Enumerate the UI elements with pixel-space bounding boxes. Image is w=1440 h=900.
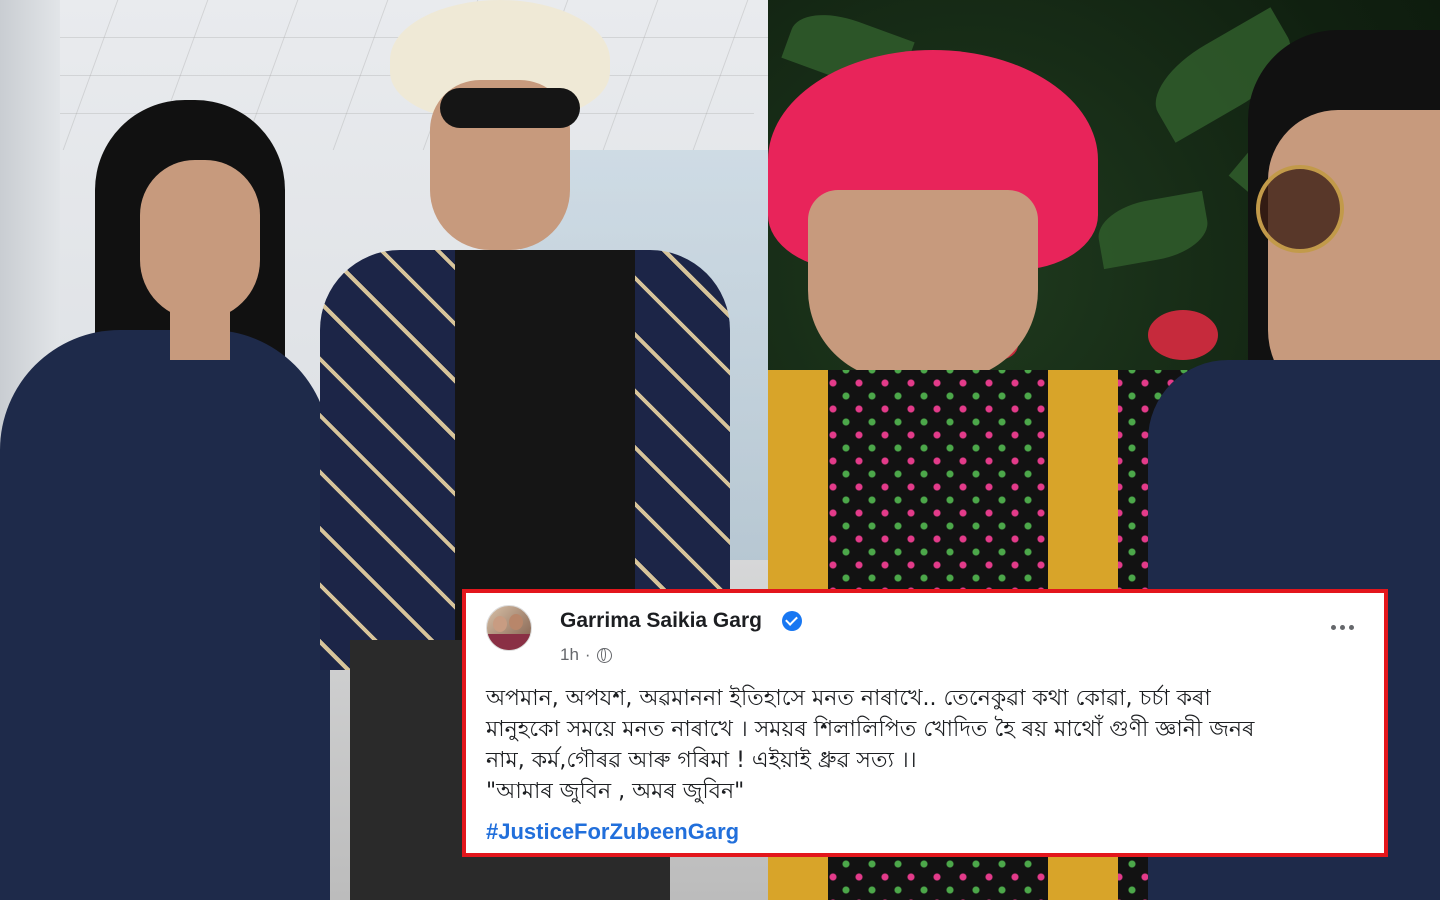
post-line: "আমাৰ জুবিন , অমৰ জুবিন"	[486, 779, 745, 804]
verified-badge-icon	[782, 611, 802, 631]
facebook-post-card: Garrima Saikia Garg 1h · অপমান, অপযশ, অৱ…	[462, 589, 1388, 857]
globe-icon	[596, 647, 612, 663]
round-sunglasses	[1256, 165, 1344, 253]
leaf	[1093, 190, 1213, 270]
man-face	[808, 190, 1038, 380]
more-options-icon[interactable]	[1331, 625, 1354, 630]
meta-separator: ·	[584, 645, 591, 664]
author-name[interactable]: Garrima Saikia Garg	[560, 609, 762, 633]
woman-face	[140, 160, 260, 320]
hashtag-link[interactable]: #JusticeForZubeenGarg	[486, 819, 739, 845]
post-line: মানুহকো সময়ে মনত নাৰাখে । সময়ৰ শিলালিপ…	[486, 717, 1255, 742]
woman-neck	[170, 300, 230, 360]
sunglasses	[440, 88, 580, 128]
woman-shirt	[0, 330, 330, 900]
post-line: অপমান, অপযশ, অৱমাননা ইতিহাসে মনত নাৰাখে.…	[486, 686, 1211, 711]
avatar[interactable]	[486, 605, 532, 651]
post-line: নাম, কৰ্ম,গৌৰৱ আৰু গৰিমা ! এইয়াই ধ্রুৱ …	[486, 748, 917, 773]
flower	[1148, 310, 1218, 360]
post-meta: 1h ·	[560, 645, 612, 665]
post-time[interactable]: 1h	[560, 645, 579, 665]
post-text: অপমান, অপযশ, অৱমাননা ইতিহাসে মনত নাৰাখে.…	[486, 683, 1366, 807]
ceiling	[0, 0, 768, 150]
